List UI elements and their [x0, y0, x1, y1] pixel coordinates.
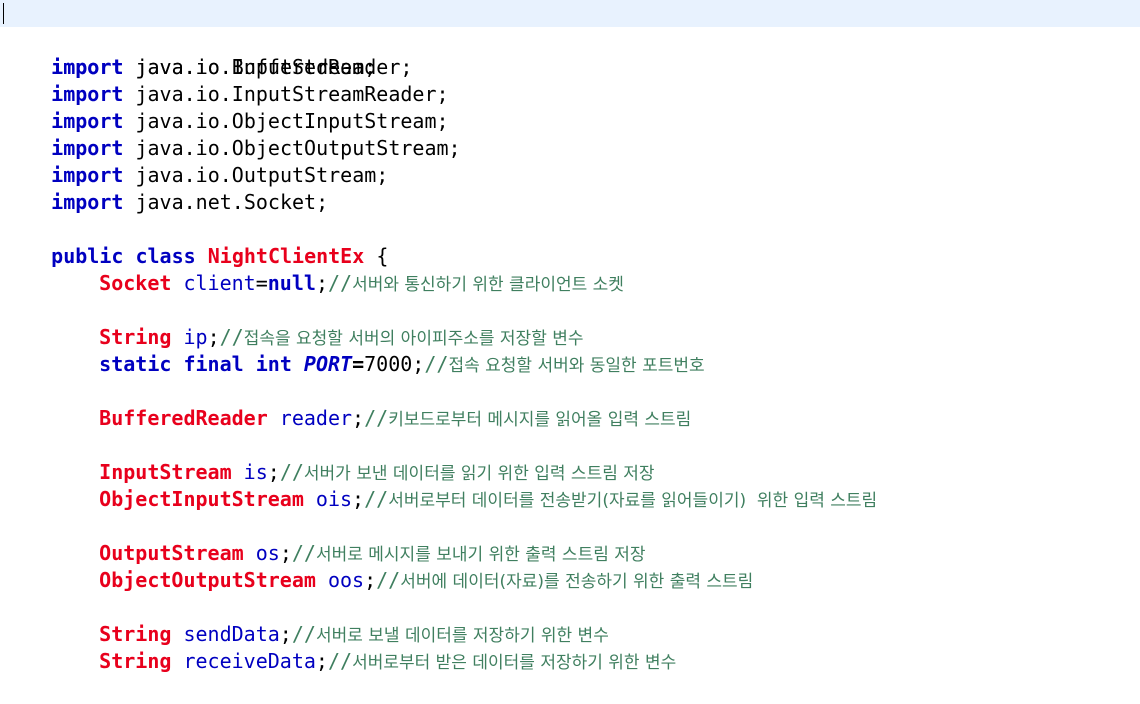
comment-text: 서버에 데이터(자료)를 전송하기 위한 출력 스트림: [400, 572, 754, 592]
code-line-os[interactable]: OutputStream os;//서버로 메시지를 보내기 위한 출력 스트림…: [0, 513, 1140, 565]
semicolon: ;: [315, 271, 328, 295]
constant-name: PORT: [303, 352, 353, 376]
comment-text: 서버로부터 데이터를 전송받기(자료를 읽어들이기) 위한 입력 스트림: [388, 491, 878, 511]
comment-text: 키보드로부터 메시지를 읽어올 입력 스트림: [388, 410, 692, 430]
code-line-oos[interactable]: ObjectOutputStream oos;//서버에 데이터(자료)를 전송…: [0, 540, 1140, 592]
code-line-6[interactable]: import java.io.OutputStream;: [0, 135, 1140, 187]
field-type: Socket: [99, 271, 172, 295]
field-type: BufferedReader: [99, 406, 268, 430]
comment-text: 접속 요청할 서버와 동일한 포트번호: [448, 356, 705, 376]
comment-text: 서버와 통신하기 위한 클라이언트 소켓: [352, 275, 624, 295]
comment-slashes: //: [424, 352, 449, 376]
code-line-ois[interactable]: ObjectInputStream ois;//서버로부터 데이터를 전송받기(…: [0, 459, 1140, 511]
field-name: ois: [315, 487, 353, 511]
code-line-class[interactable]: public class NightClientEx {: [0, 216, 1140, 268]
field-type: ObjectInputStream: [99, 487, 304, 511]
import-path: java.net.Socket;: [135, 190, 329, 214]
code-line-receivedata[interactable]: String receiveData;//서버로부터 받은 데이터를 저장하기 …: [0, 621, 1140, 673]
assign-operator: =: [352, 352, 365, 376]
int-keyword: int: [255, 352, 292, 376]
import-keyword: import: [51, 190, 124, 214]
code-editor[interactable]: import java.io.BufferedReader; import ja…: [0, 0, 1140, 673]
semicolon: ;: [352, 487, 365, 511]
semicolon: ;: [352, 406, 365, 430]
field-type: ObjectOutputStream: [99, 568, 316, 592]
comment-slashes: //: [327, 271, 353, 295]
field-name: reader: [279, 406, 353, 430]
code-line-4[interactable]: import java.io.ObjectInputStream;: [0, 81, 1140, 133]
semicolon: ;: [315, 649, 328, 673]
field-name: oos: [327, 568, 365, 592]
code-line-is[interactable]: InputStream is;//서버가 보낸 데이터를 읽기 위한 입력 스트…: [0, 432, 1140, 484]
port-value: 7000: [364, 352, 413, 376]
text-caret: [3, 3, 4, 24]
field-name: receiveData: [183, 649, 316, 673]
null-keyword: null: [267, 271, 316, 295]
code-line-port[interactable]: static final int PORT=7000;//접속 요청할 서버와 …: [0, 324, 1140, 376]
code-line-2[interactable]: import java.io.InputStream;: [0, 27, 1140, 79]
code-line-senddata[interactable]: String sendData;//서버로 보낼 데이터를 저장하기 위한 변수: [0, 594, 1140, 646]
code-line-reader[interactable]: BufferedReader reader;//키보드로부터 메시지를 읽어올 …: [0, 378, 1140, 430]
comment-slashes: //: [364, 487, 389, 511]
final-keyword: final: [183, 352, 244, 376]
field-name: client: [183, 271, 256, 295]
comment-slashes: //: [327, 649, 353, 673]
code-line-5[interactable]: import java.io.ObjectOutputStream;: [0, 108, 1140, 160]
semicolon: ;: [364, 568, 377, 592]
code-line-1[interactable]: import java.io.BufferedReader;: [0, 0, 1140, 79]
code-line-3[interactable]: import java.io.InputStreamReader;: [0, 54, 1140, 106]
semicolon: ;: [412, 352, 425, 376]
comment-slashes: //: [376, 568, 401, 592]
code-line-7[interactable]: import java.net.Socket;: [0, 162, 1140, 214]
code-line-ip[interactable]: String ip;//접속을 요청할 서버의 아이피주소를 저장할 변수: [0, 297, 1140, 349]
comment-text: 서버로부터 받은 데이터를 저장하기 위한 변수: [352, 653, 677, 673]
static-keyword: static: [99, 352, 172, 376]
assign-operator: =: [255, 271, 268, 295]
comment-slashes: //: [364, 406, 389, 430]
field-type: String: [99, 649, 172, 673]
code-line-client[interactable]: Socket client=null;//서버와 통신하기 위한 클라이언트 소…: [0, 243, 1140, 295]
